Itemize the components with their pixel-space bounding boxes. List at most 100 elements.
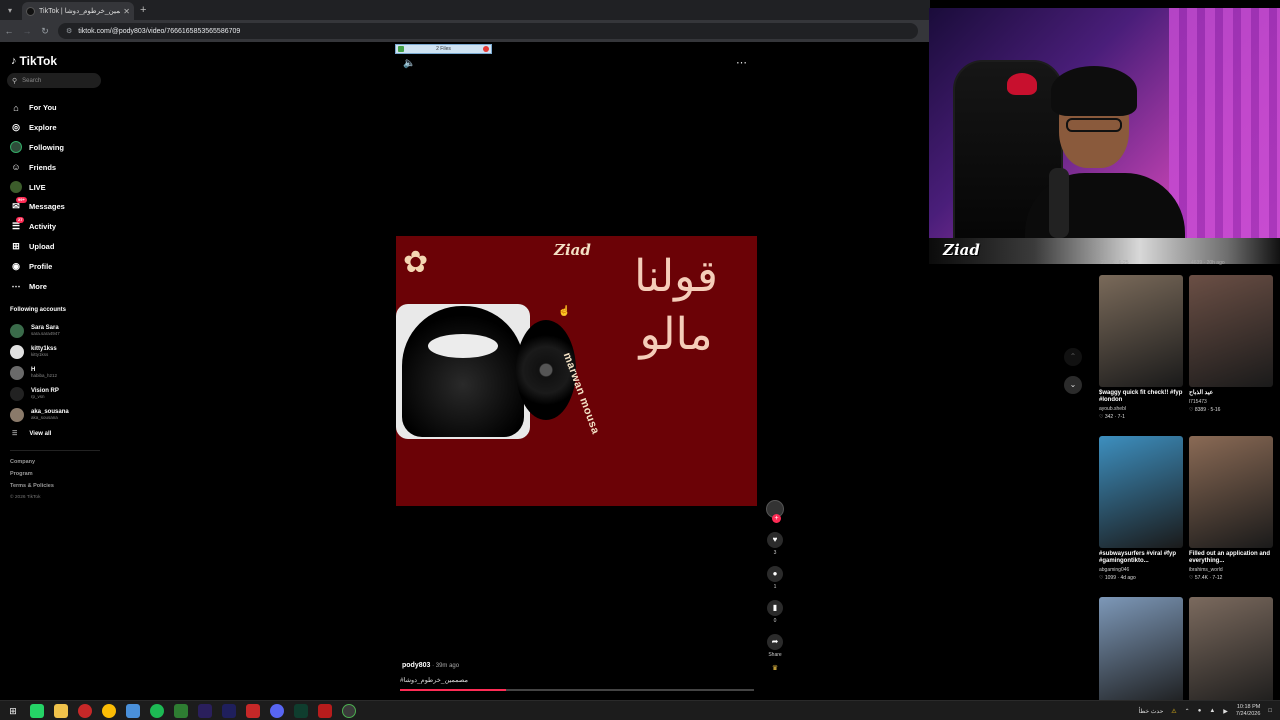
video-thumbnail[interactable] <box>1099 436 1183 548</box>
notification-badge: 99+ <box>16 196 27 203</box>
view-all-button[interactable]: ☰ View all <box>12 430 52 438</box>
recommended-title[interactable]: عيد الذباح <box>1189 390 1273 397</box>
video-thumbnail[interactable] <box>1189 275 1273 387</box>
next-video-button[interactable]: ⌄ <box>1064 376 1082 394</box>
following-account[interactable]: aka_sousana aka_sousana <box>10 404 69 425</box>
adobe-icon[interactable] <box>318 703 332 718</box>
video-thumbnail[interactable] <box>1189 597 1273 709</box>
recommended-card[interactable]: $waggy quick fit check!! #fyp #london ayo… <box>1099 275 1183 420</box>
following-account[interactable]: Hhabiba_h212 <box>10 362 69 383</box>
footer-terms[interactable]: Terms & Policies <box>10 483 54 495</box>
whatsapp-icon[interactable] <box>30 703 44 718</box>
video-player[interactable]: ✿ Ziad marwan mousa قولنا مالو <box>396 236 757 506</box>
tiktok-logo[interactable]: ♪ TikTok <box>11 54 57 68</box>
bookmark-button[interactable]: ▮ <box>767 600 783 616</box>
tab-search-icon[interactable]: ▾ <box>0 0 20 20</box>
browser-tab[interactable]: TikTok | مصممين_خرطوم_دوشا# ✕ <box>22 2 134 20</box>
sidebar-item-more[interactable]: ⋯ More <box>10 276 105 296</box>
url-field[interactable]: ⚙ tiktok.com/@pody803/video/766616585356… <box>58 23 918 39</box>
video-progress-bar[interactable] <box>400 689 754 691</box>
follow-plus-icon[interactable]: + <box>772 514 781 523</box>
message-icon: ✉ 99+ <box>12 196 27 212</box>
recommended-card[interactable]: #subwaysurfers #viral #fyp #gamingontikt… <box>1099 436 1183 581</box>
flower-icon: ✿ <box>403 246 429 279</box>
share-button[interactable]: ➦ <box>767 634 783 650</box>
sidebar-item-messages[interactable]: ✉ 99+ Messages <box>10 196 105 217</box>
tab-close-icon[interactable]: ✕ <box>123 7 130 16</box>
recommended-title[interactable]: $waggy quick fit check!! #fyp #london <box>1099 390 1183 404</box>
video-author[interactable]: pody803 · 39m ago <box>402 662 459 669</box>
more-options-icon[interactable]: ⋯ <box>736 56 747 69</box>
clock[interactable]: 10:18 PM 7/24/2026 <box>1236 704 1260 718</box>
premiere-icon[interactable] <box>198 703 212 718</box>
windows-start-icon[interactable]: ⊞ <box>6 704 20 718</box>
previous-video-button[interactable]: ⌃ <box>1064 348 1082 366</box>
opera-icon[interactable] <box>78 703 92 718</box>
tray-chevron-icon[interactable]: ⌃ <box>1185 708 1190 715</box>
spotify-icon[interactable] <box>150 703 164 718</box>
recommended-title[interactable]: Filled out an application and everything… <box>1189 551 1273 565</box>
sidebar-item-explore[interactable]: ◎ Explore <box>10 118 105 138</box>
recommended-card[interactable] <box>1099 597 1183 709</box>
eye-slot <box>428 334 498 358</box>
recommended-author[interactable]: l715473 <box>1189 399 1273 405</box>
video-thumbnail[interactable] <box>1099 275 1183 387</box>
volume-icon[interactable]: 🔈 <box>403 58 415 69</box>
view-all-label: View all <box>29 430 52 437</box>
recommended-card[interactable] <box>1189 597 1273 709</box>
whatsapp-business-icon[interactable] <box>174 703 188 718</box>
webcam-overlay: Ziad <box>929 8 1280 264</box>
discord-icon[interactable] <box>270 703 284 718</box>
sidebar-item-for-you[interactable]: ⌂ For You <box>10 98 105 118</box>
sidebar-item-profile[interactable]: ◉ Profile <box>10 256 105 276</box>
following-account[interactable]: kitty1kss kitty1kss <box>10 341 69 362</box>
recommended-author[interactable]: ibrahims_world <box>1189 567 1273 573</box>
system-tray: حدث خطأ ⚠ ⌃ ● ▲ ▶ 10:18 PM 7/24/2026 □ <box>1139 701 1272 720</box>
after-effects-icon[interactable] <box>222 703 236 718</box>
creator-avatar[interactable]: + <box>766 500 784 523</box>
files-close-icon[interactable] <box>483 46 489 52</box>
url-text: tiktok.com/@pody803/video/76661658535655… <box>78 27 241 35</box>
video-thumbnail[interactable] <box>1189 436 1273 548</box>
notice-text[interactable]: حدث خطأ <box>1139 708 1164 715</box>
sidebar-item-friends[interactable]: ☺ Friends <box>10 157 105 177</box>
reload-icon[interactable]: ↻ <box>36 26 54 37</box>
recommended-author[interactable]: abgaming046 <box>1099 567 1183 573</box>
chrome-active-icon[interactable] <box>342 703 356 718</box>
wifi-icon[interactable]: ▲ <box>1209 708 1215 714</box>
like-button[interactable]: ♥ <box>767 532 783 548</box>
following-account[interactable]: Vision RP rp_vsn <box>10 383 69 404</box>
files-indicator[interactable]: 2 Files <box>395 44 492 54</box>
forward-icon[interactable]: → <box>18 26 36 36</box>
notifications-icon[interactable]: □ <box>1268 708 1272 714</box>
chrome-icon[interactable] <box>102 703 116 718</box>
chair-logo-icon <box>1007 73 1037 95</box>
video-caption[interactable]: مصممين_خرطوم_دوشا# <box>400 676 468 684</box>
acrobat-icon[interactable] <box>246 703 260 718</box>
recommended-author[interactable]: ayoub.shebl <box>1099 406 1183 412</box>
site-info-icon[interactable]: ⚙ <box>66 27 72 35</box>
recommended-title[interactable]: #subwaysurfers #viral #fyp #gamingontikt… <box>1099 551 1183 565</box>
recommended-card[interactable]: عيد الذباح l715473 ♡ 8389 · 5-16 <box>1189 275 1273 413</box>
xbox-icon[interactable] <box>294 703 308 718</box>
footer-company[interactable]: Company <box>10 459 54 471</box>
video-thumbnail[interactable] <box>1099 597 1183 709</box>
song-title-line1: قولنا <box>634 251 718 302</box>
footer-program[interactable]: Program <box>10 471 54 483</box>
sidebar-item-upload[interactable]: ⊞ Upload <box>10 237 105 257</box>
warning-icon[interactable]: ⚠ <box>1171 708 1176 715</box>
following-account[interactable]: Sara Sara sara.sara4947 <box>10 320 69 341</box>
file-explorer-icon[interactable] <box>54 703 68 718</box>
store-icon[interactable] <box>126 703 140 718</box>
new-tab-icon[interactable]: + <box>140 4 146 16</box>
search-input[interactable]: ⚲ Search <box>7 73 101 88</box>
sidebar-item-activity[interactable]: ☰ 27 Activity <box>10 216 105 237</box>
sidebar-item-live[interactable]: LIVE <box>10 177 105 197</box>
mic-icon[interactable]: ● <box>1198 708 1202 714</box>
account-handle: habiba_h212 <box>31 372 58 378</box>
comment-button[interactable]: ● <box>767 566 783 582</box>
recommended-card[interactable]: Filled out an application and everything… <box>1189 436 1273 581</box>
back-icon[interactable]: ← <box>0 26 18 36</box>
volume-tray-icon[interactable]: ▶ <box>1223 708 1228 715</box>
sidebar-item-following[interactable]: Following <box>10 138 105 158</box>
